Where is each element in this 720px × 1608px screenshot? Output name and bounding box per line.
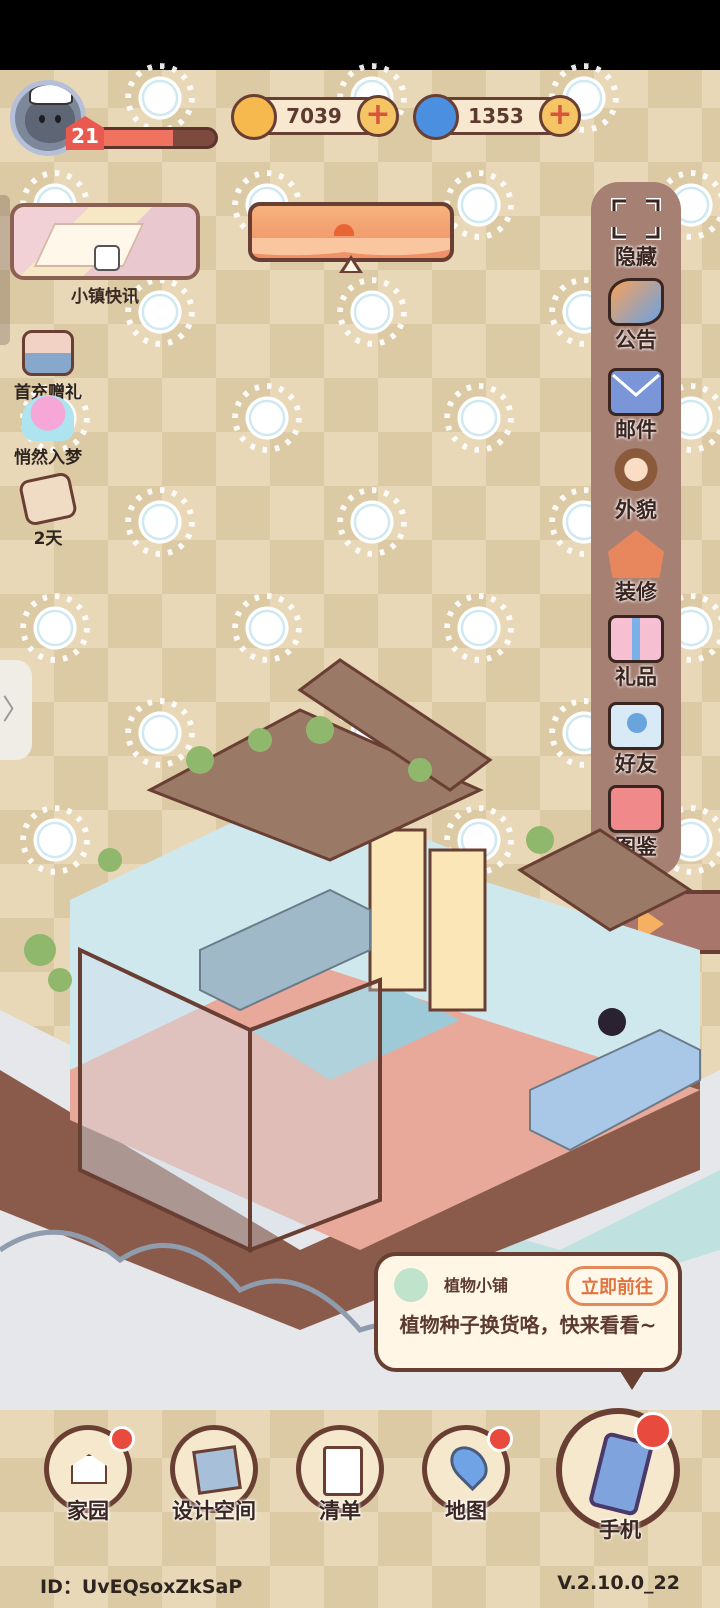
level-number: 21 — [71, 124, 99, 148]
first-recharge-gift-button[interactable]: 首充赠礼 — [2, 330, 94, 403]
gem-currency: 1353 + — [413, 94, 581, 140]
dream-event-button[interactable]: 悄然入梦 — [2, 395, 94, 468]
status-bar — [0, 0, 720, 70]
megaphone-icon — [608, 278, 664, 326]
version-label: V.2.10.0_22 — [557, 1572, 680, 1594]
decorate-label: 装修 — [615, 580, 657, 604]
notification-title: 植物小铺 — [444, 1276, 509, 1295]
nav-home[interactable]: 家园 — [38, 1425, 138, 1525]
hide-button[interactable]: 隐藏 — [592, 195, 680, 271]
letter-event-timer: 2天 — [33, 529, 63, 549]
weather-widget[interactable] — [248, 202, 454, 262]
weather-pointer-icon — [339, 255, 363, 273]
gem-value: 1353 — [468, 104, 524, 128]
town-news-label: 小镇快讯 — [71, 287, 139, 307]
window-left — [368, 828, 427, 992]
coin-icon — [231, 94, 277, 140]
sun-tile — [238, 599, 296, 657]
dice-icon — [94, 245, 120, 271]
board-game-icon — [33, 223, 145, 267]
phone-badge — [634, 1412, 672, 1450]
hide-label: 隐藏 — [615, 245, 657, 269]
gift-box-icon — [22, 330, 74, 376]
coin-currency: 7039 + — [231, 94, 399, 140]
sunset-icon — [334, 224, 354, 236]
appearance-button[interactable]: 外貌 — [592, 448, 680, 524]
nav-design[interactable]: 设计空间 — [164, 1425, 264, 1525]
envelope-icon — [608, 368, 664, 416]
nav-phone-label: 手机 — [599, 1518, 641, 1542]
go-now-button[interactable]: 立即前往 — [566, 1266, 668, 1306]
nav-map-label: 地图 — [445, 1499, 487, 1523]
announcement-button[interactable]: 公告 — [592, 278, 680, 354]
home-badge — [109, 1426, 135, 1452]
add-coin-button[interactable]: + — [357, 95, 399, 137]
level-progress-bar — [92, 127, 218, 149]
window-right — [428, 848, 487, 1012]
nav-design-label: 设计空间 — [172, 1499, 256, 1523]
nav-map[interactable]: 地图 — [416, 1425, 516, 1525]
sun-tile — [238, 389, 296, 447]
add-gem-button[interactable]: + — [539, 95, 581, 137]
sun-tile — [343, 283, 401, 341]
sun-tile — [450, 176, 508, 234]
letter-icon — [17, 471, 79, 527]
sun-tile — [450, 599, 508, 657]
coin-value: 7039 — [286, 104, 342, 128]
nav-list[interactable]: 清单 — [290, 1425, 390, 1525]
left-drawer-handle[interactable] — [0, 195, 10, 345]
plant-shop-notification[interactable]: 植物小铺 立即前往 植物种子换货咯，快来看看~ — [374, 1252, 682, 1390]
chef-hat-icon — [29, 85, 73, 105]
sun-tile — [131, 493, 189, 551]
character-icon — [608, 448, 664, 496]
house-wrench-icon — [608, 530, 664, 578]
dream-event-label: 悄然入梦 — [14, 448, 82, 468]
swirl-gem-icon — [413, 94, 459, 140]
decorate-button[interactable]: 装修 — [592, 530, 680, 606]
notification-message: 植物种子换货咯，快来看看~ — [399, 1313, 657, 1337]
player-character — [598, 1008, 626, 1036]
player-id: ID：UvEQsoxZkSaP — [40, 1576, 243, 1598]
sun-tile — [450, 389, 508, 447]
map-badge — [487, 1426, 513, 1452]
announcement-label: 公告 — [615, 328, 657, 352]
town-news-card[interactable] — [10, 203, 200, 280]
letter-event-button[interactable]: 2天 — [2, 471, 94, 549]
mail-button[interactable]: 邮件 — [592, 368, 680, 444]
fullscreen-icon — [608, 195, 664, 243]
sprout-icon — [394, 1268, 428, 1302]
nav-list-label: 清单 — [319, 1499, 361, 1523]
pink-cat-icon — [22, 395, 74, 441]
sun-tile — [131, 69, 189, 127]
appearance-label: 外貌 — [615, 498, 657, 522]
sun-tile — [26, 599, 84, 657]
glass-wall — [248, 977, 382, 1253]
sun-tile — [343, 493, 401, 551]
nav-home-label: 家园 — [67, 1499, 109, 1523]
level-progress-fill — [95, 130, 173, 146]
mail-label: 邮件 — [615, 418, 657, 442]
